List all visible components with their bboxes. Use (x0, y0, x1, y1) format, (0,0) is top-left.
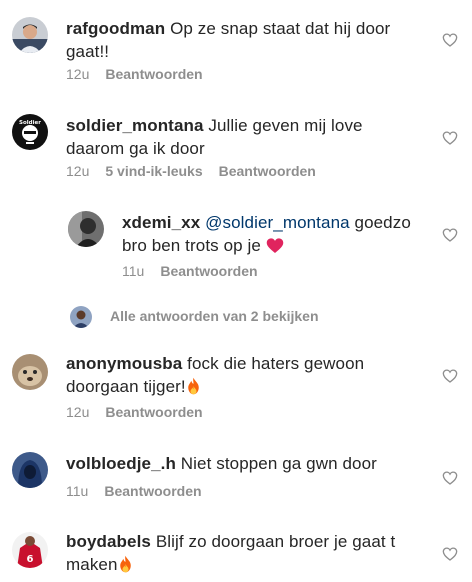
comment-username[interactable]: xdemi_xx (122, 213, 200, 232)
comment-username[interactable]: anonymousba (66, 354, 182, 373)
user-avatar[interactable] (12, 17, 48, 53)
comment-time: 12u (66, 404, 90, 420)
comment-meta: 12u 5 vind-ik-leuks Beantwoorden (66, 163, 316, 179)
comment-text: xdemi_xx @soldier_montana goedzo bro ben… (122, 211, 422, 257)
user-avatar[interactable] (12, 354, 48, 390)
comment-time: 11u (122, 263, 145, 279)
comment-username[interactable]: volbloedje_.h (66, 454, 176, 473)
comment-username[interactable]: rafgoodman (66, 19, 165, 38)
comment-time: 11u (66, 483, 89, 499)
comment-body: Niet stoppen ga gwn door (180, 454, 377, 473)
fire-emoji-icon (119, 555, 131, 573)
reply-button[interactable]: Beantwoorden (160, 263, 257, 279)
comment-text: soldier_montana Jullie geven mij love da… (66, 114, 416, 160)
reply-preview-avatar (70, 306, 92, 328)
comment-meta: 12u Beantwoorden (66, 404, 203, 420)
red-heart-emoji-icon (266, 238, 284, 253)
like-heart-icon[interactable] (442, 546, 458, 562)
reply-button[interactable]: Beantwoorden (219, 163, 316, 179)
mention-link[interactable]: @soldier_montana (205, 213, 350, 232)
fire-emoji-icon (188, 377, 199, 395)
user-avatar[interactable] (12, 452, 48, 488)
svg-text:Soldier: Soldier (19, 120, 41, 126)
likes-count[interactable]: 5 vind-ik-leuks (105, 163, 202, 179)
user-avatar[interactable]: Soldier (12, 114, 48, 150)
view-replies-label[interactable]: Alle antwoorden van 2 bekijken (110, 308, 319, 324)
comment-text: rafgoodman Op ze snap staat dat hij door… (66, 17, 406, 63)
like-heart-icon[interactable] (442, 227, 458, 243)
comment-username[interactable]: soldier_montana (66, 116, 204, 135)
comment-meta: 12u Beantwoorden (66, 66, 203, 82)
reply-button[interactable]: Beantwoorden (105, 66, 202, 82)
like-heart-icon[interactable] (442, 32, 458, 48)
reply-button[interactable]: Beantwoorden (104, 483, 201, 499)
svg-text:6: 6 (27, 554, 34, 565)
comment-username[interactable]: boydabels (66, 532, 151, 551)
comment-meta: 11u Beantwoorden (66, 483, 202, 499)
like-heart-icon[interactable] (442, 130, 458, 146)
comment-time: 12u (66, 163, 90, 179)
comment-time: 12u (66, 66, 90, 82)
user-avatar[interactable]: 6 (12, 532, 48, 568)
comment-text: boydabels Blijf zo doorgaan broer je gaa… (66, 530, 406, 576)
like-heart-icon[interactable] (442, 368, 458, 384)
comment-meta: 11u Beantwoorden (122, 263, 258, 279)
user-avatar[interactable] (68, 211, 104, 247)
like-heart-icon[interactable] (442, 470, 458, 486)
comment-text: anonymousba fock die haters gewoon doorg… (66, 352, 386, 398)
comment-text: volbloedje_.h Niet stoppen ga gwn door (66, 452, 406, 475)
reply-button[interactable]: Beantwoorden (105, 404, 202, 420)
